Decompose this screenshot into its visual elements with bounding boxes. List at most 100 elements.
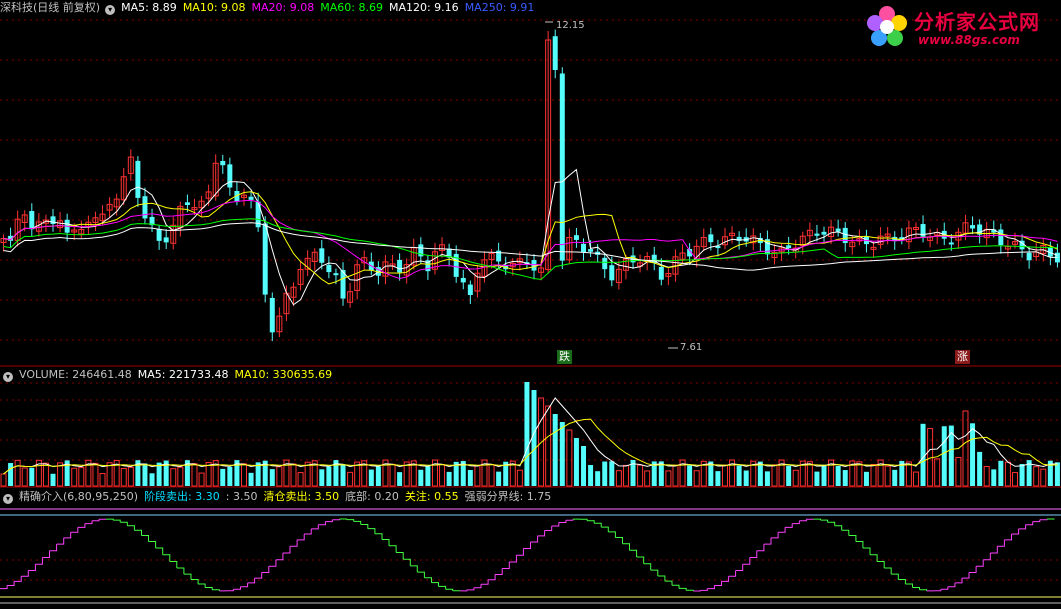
volume-bar xyxy=(588,465,594,486)
volume-bar xyxy=(120,467,127,487)
volume-bar xyxy=(269,469,275,486)
candle-body xyxy=(163,237,169,243)
volume-bar xyxy=(198,472,205,487)
candle-body xyxy=(184,202,190,206)
volume-bar xyxy=(721,464,728,487)
indicator-legend-item: 关注: 0.55 xyxy=(404,490,459,503)
volume-bar xyxy=(998,460,1004,486)
volume-bar xyxy=(127,466,134,487)
volume-bar xyxy=(637,464,644,487)
volume-bar xyxy=(29,467,35,486)
volume-bar xyxy=(50,473,56,486)
ma60-line xyxy=(3,218,1058,281)
volume-bar xyxy=(397,472,403,486)
candle-body xyxy=(156,228,162,241)
volume-bar xyxy=(290,463,297,487)
volume-bar xyxy=(240,463,247,487)
volume-bar xyxy=(1011,472,1018,487)
volume-bar xyxy=(142,463,148,486)
main-chart-header: 深科技(日线 前复权) ▾ MA5: 8.89 MA10: 9.08 MA20: 9.0… xyxy=(0,0,546,16)
candle-body xyxy=(835,228,841,232)
volume-bar xyxy=(814,471,820,486)
volume-bar xyxy=(622,464,629,487)
volume-bar xyxy=(1040,468,1047,487)
logo-title: 分析家公式网 xyxy=(914,10,1040,34)
volume-bar xyxy=(602,461,608,486)
volume-bar xyxy=(715,471,721,486)
volume-bar xyxy=(905,461,912,487)
volume-bar xyxy=(792,469,799,487)
site-logo: 分析家公式网 www.88gs.com xyxy=(860,0,1060,56)
volume-bar xyxy=(21,467,28,487)
volume-bar xyxy=(191,463,198,487)
volume-bar xyxy=(8,463,14,486)
volume-bar xyxy=(340,464,346,486)
candle-body xyxy=(552,36,558,70)
volume-bar xyxy=(856,461,863,487)
volume-bar xyxy=(78,467,85,487)
candle-body xyxy=(248,196,254,200)
volume-bar xyxy=(474,465,481,487)
volume-bar xyxy=(743,470,749,486)
volume-bar xyxy=(524,382,530,486)
volume-bar xyxy=(835,465,841,486)
volume-bar xyxy=(0,473,7,487)
volume-bar xyxy=(941,426,947,486)
volume-bar xyxy=(227,466,233,486)
ma120-line xyxy=(3,222,1058,271)
volume-bar xyxy=(92,462,99,487)
volume-bar xyxy=(248,472,254,486)
indicator-legend-item: 底部: 0.20 xyxy=(345,490,399,503)
volume-bar xyxy=(439,463,446,487)
volume-bar xyxy=(446,471,452,486)
candle-body xyxy=(1026,252,1032,261)
volume-bar xyxy=(892,469,898,486)
volume-bar xyxy=(71,467,78,487)
volume-bar xyxy=(970,423,976,486)
flower-logo-icon xyxy=(867,6,907,46)
candle-body xyxy=(227,164,233,188)
ma-legend: MA5: 8.89 MA10: 9.08 MA20: 9.08 MA60: 8.69 M… xyxy=(121,1,540,14)
volume-bar xyxy=(566,429,573,487)
candle-body xyxy=(319,248,325,263)
indicator-header: ▾ 精确介入(6,80,95,250) 阶段卖出: 3.30: 3.50 清仓卖出: … xyxy=(0,489,563,505)
candle-body xyxy=(50,216,56,225)
volume-bar xyxy=(177,466,184,487)
candle-body xyxy=(708,234,714,243)
volume-bar xyxy=(573,438,579,486)
chart-title: 深科技(日线 前复权) xyxy=(0,1,101,14)
collapse-icon[interactable]: ▾ xyxy=(105,5,116,15)
volume-bar xyxy=(884,465,891,487)
candle-body xyxy=(658,266,664,280)
volume-bar xyxy=(347,471,354,487)
volume-bar xyxy=(1004,461,1011,487)
volume-bar xyxy=(496,471,502,486)
volume-bar xyxy=(418,469,424,486)
volume-header: ▾ VOLUME: 246461.48 MA5: 221733.48 MA10: 33… xyxy=(0,367,338,383)
collapse-icon[interactable]: ▾ xyxy=(3,372,13,382)
volume-bar xyxy=(559,422,565,486)
volume-bar xyxy=(545,405,552,487)
indicator-title: 精确介入(6,80,95,250) xyxy=(19,490,139,503)
volume-bar xyxy=(764,471,770,486)
volume-bar xyxy=(149,473,155,486)
volume-bar xyxy=(516,469,523,487)
volume-bar xyxy=(276,466,283,487)
volume-bar xyxy=(389,463,396,487)
volume-bar xyxy=(665,470,672,487)
volume-bar xyxy=(319,469,325,486)
collapse-icon[interactable]: ▾ xyxy=(3,494,13,504)
logo-url: www.88gs.com xyxy=(918,33,1020,47)
candle-body xyxy=(602,257,608,270)
volume-bar xyxy=(687,465,693,486)
candle-body xyxy=(135,160,141,198)
volume-bar xyxy=(870,464,877,487)
volume-bar xyxy=(962,410,969,487)
volume-ma10: MA10: 330635.69 xyxy=(234,368,333,381)
ma-legend-item: MA5: 8.89 xyxy=(121,1,177,14)
stock-chart[interactable] xyxy=(0,0,1061,609)
indicator-legend-item: 阶段卖出: 3.30 xyxy=(144,490,220,503)
candle-body xyxy=(220,160,226,166)
indicator-falling-line xyxy=(106,518,1055,592)
volume-bar xyxy=(736,465,742,486)
